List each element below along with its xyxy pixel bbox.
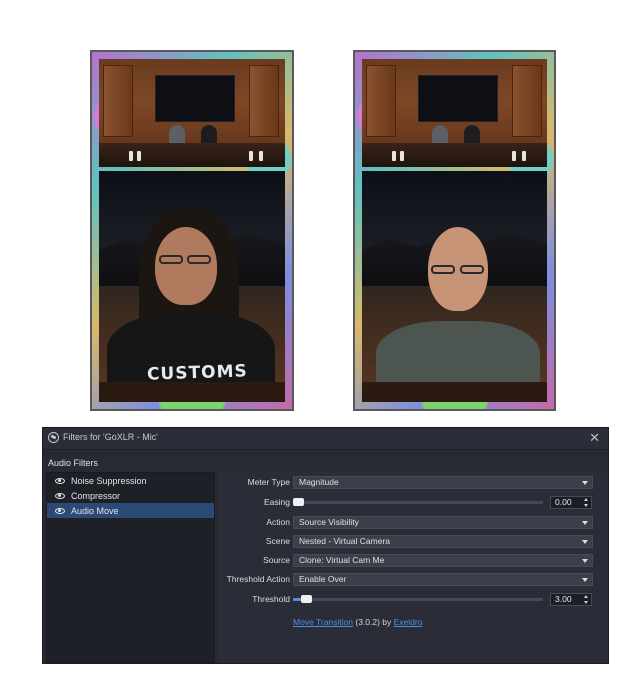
chevron-down-icon — [582, 540, 588, 544]
preview-frame-left: CUSTOMS — [90, 50, 294, 411]
chevron-down-icon — [582, 521, 588, 525]
threshold-value: 3.00 — [555, 594, 572, 604]
filter-label: Noise Suppression — [71, 475, 147, 486]
easing-spinbox[interactable]: 0.00 — [550, 496, 592, 509]
source-value: Clone: Virtual Cam Me — [299, 555, 385, 565]
meter-type-label: Meter Type — [247, 477, 290, 487]
boardroom-scene — [99, 59, 285, 167]
person-face — [155, 227, 217, 305]
eye-icon[interactable] — [55, 507, 65, 514]
scene-value: Nested - Virtual Camera — [299, 536, 391, 546]
close-icon[interactable]: ✕ — [589, 430, 600, 446]
spin-arrows-icon[interactable] — [584, 595, 589, 604]
easing-slider[interactable] — [293, 496, 543, 509]
webcam-feed — [362, 171, 547, 402]
tv-screen — [155, 75, 235, 122]
threshold-action-select[interactable]: Enable Over — [293, 573, 593, 586]
table — [99, 143, 285, 167]
meter-type-select[interactable]: Magnitude — [293, 476, 593, 489]
filter-label: Audio Move — [71, 505, 119, 516]
boardroom-scene — [362, 59, 547, 167]
slider-handle[interactable] — [293, 498, 304, 506]
preview-frame-right — [353, 50, 556, 411]
threshold-slider[interactable] — [293, 593, 543, 606]
meter-type-value: Magnitude — [299, 477, 339, 487]
chevron-down-icon — [582, 578, 588, 582]
filter-item-compressor[interactable]: Compressor — [47, 488, 214, 503]
source-label: Source — [263, 555, 290, 565]
obs-logo-icon — [48, 432, 59, 443]
plugin-credit: Move Transition (3.0.2) by Exeldro — [293, 617, 422, 627]
eye-icon[interactable] — [55, 477, 65, 484]
move-transition-link[interactable]: Move Transition — [293, 617, 353, 627]
filters-dialog: Filters for 'GoXLR - Mic' ✕ Audio Filter… — [43, 428, 608, 663]
chevron-down-icon — [582, 559, 588, 563]
chevron-down-icon — [582, 481, 588, 485]
easing-value: 0.00 — [555, 497, 572, 507]
scene-select[interactable]: Nested - Virtual Camera — [293, 535, 593, 548]
filter-item-audio-move[interactable]: Audio Move — [47, 503, 214, 518]
filter-label: Compressor — [71, 490, 121, 501]
author-link[interactable]: Exeldro — [394, 617, 423, 627]
source-select[interactable]: Clone: Virtual Cam Me — [293, 554, 593, 567]
plugin-version: (3.0.2) by — [353, 617, 394, 627]
scene-label: Scene — [265, 536, 290, 546]
spin-arrows-icon[interactable] — [584, 498, 589, 507]
tv-screen — [418, 75, 498, 122]
dialog-titlebar: Filters for 'GoXLR - Mic' ✕ — [43, 428, 608, 450]
webcam-feed: CUSTOMS — [99, 171, 285, 402]
slider-handle[interactable] — [300, 595, 312, 603]
threshold-action-label: Threshold Action — [226, 574, 290, 584]
filter-item-noise-suppression[interactable]: Noise Suppression — [47, 473, 214, 488]
table — [362, 143, 547, 167]
audio-filters-label: Audio Filters — [48, 458, 99, 468]
action-value: Source Visibility — [299, 517, 359, 527]
eye-icon[interactable] — [55, 492, 65, 499]
filter-list: Noise Suppression Compressor Audio Move — [46, 472, 215, 663]
threshold-action-value: Enable Over — [299, 574, 347, 584]
filter-properties: Meter Type Magnitude Easing 0.00 Action … — [218, 472, 608, 663]
threshold-label: Threshold — [252, 594, 290, 604]
action-label: Action — [266, 517, 290, 527]
easing-label: Easing — [264, 497, 290, 507]
threshold-spinbox[interactable]: 3.00 — [550, 593, 592, 606]
dialog-title: Filters for 'GoXLR - Mic' — [63, 432, 158, 442]
action-select[interactable]: Source Visibility — [293, 516, 593, 529]
